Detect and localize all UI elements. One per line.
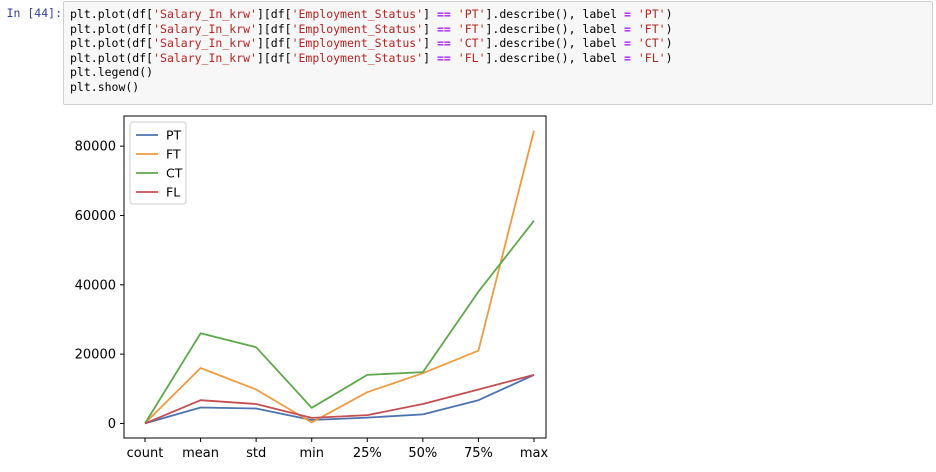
code-token: 'FT' — [457, 21, 486, 36]
line-chart: 0 20000 40000 60000 80000 count mean std min 25%… — [75, 115, 549, 461]
code-token: = — [623, 7, 631, 21]
code-token: ) — [665, 36, 673, 51]
code-token: ] — [423, 36, 437, 51]
code-token: 'FT' — [637, 21, 666, 36]
x-axis: count mean std min 25% 50% 75% max — [127, 438, 549, 461]
code-token: 'Salary_In_krw' — [153, 21, 257, 36]
code-token: = — [623, 21, 631, 36]
x-tick-label: min — [299, 446, 324, 461]
code-token: == — [437, 7, 451, 21]
x-tick-label: 25% — [353, 446, 382, 461]
code-token: 'CT' — [457, 36, 486, 51]
x-tick-label: 50% — [408, 446, 437, 461]
code-token: plt.plot(df[ — [70, 50, 154, 65]
code-token: ].describe(), label — [485, 21, 624, 36]
code-token: plt.plot(df[ — [70, 21, 154, 36]
code-token: 'CT' — [637, 36, 666, 51]
plot-area — [123, 115, 547, 439]
code-token: plt.plot(df[ — [70, 7, 154, 21]
code-token: ][df[ — [256, 50, 292, 65]
code-token: == — [437, 50, 451, 65]
code-line: plt.legend() — [70, 65, 926, 80]
legend: PT FT CT FL — [129, 121, 187, 205]
y-tick-label: 60000 — [75, 209, 116, 224]
code-token: ].describe(), label — [485, 50, 624, 65]
legend-label-ft: FT — [166, 147, 181, 162]
y-tick-label: 20000 — [75, 348, 116, 363]
cell-prompt: In [44]: — [6, 6, 62, 20]
code-cell-input[interactable]: plt.plot(df['Salary_In_krw'][df['Employm… — [63, 1, 933, 105]
y-tick-label: 80000 — [75, 140, 116, 155]
code-token: ].describe(), label — [485, 7, 624, 21]
code-token: ] — [423, 21, 437, 36]
cell-output: 0 20000 40000 60000 80000 count mean std min 25%… — [0, 106, 936, 468]
x-tick-label: std — [246, 446, 266, 461]
code-token: 'Employment_Status' — [291, 21, 424, 36]
code-token: ] — [423, 50, 437, 65]
y-tick-label: 0 — [108, 417, 116, 432]
code-token: 'FL' — [457, 50, 486, 65]
x-tick-label: mean — [182, 446, 219, 461]
y-axis: 0 20000 40000 60000 80000 — [75, 140, 124, 432]
code-token: = — [623, 50, 631, 65]
code-token: ][df[ — [256, 21, 292, 36]
code-token: 'Employment_Status' — [291, 50, 424, 65]
code-token: 'Employment_Status' — [291, 7, 424, 21]
code-token: 'Salary_In_krw' — [153, 7, 257, 21]
code-token: ] — [423, 7, 437, 21]
code-token: ][df[ — [256, 7, 292, 21]
code-token: == — [437, 36, 451, 51]
code-token: plt.legend() — [70, 65, 154, 80]
code-line: plt.show() — [70, 80, 926, 95]
code-token: ].describe(), label — [485, 36, 624, 51]
code-token: 'Salary_In_krw' — [153, 50, 257, 65]
code-token: ][df[ — [256, 36, 292, 51]
code-token: ) — [665, 50, 673, 65]
code-token: 'PT' — [637, 7, 666, 21]
x-tick-label: max — [520, 446, 549, 461]
code-token: 'Salary_In_krw' — [153, 36, 257, 51]
code-line: plt.plot(df['Salary_In_krw'][df['Employm… — [70, 51, 926, 66]
code-token: 'Employment_Status' — [291, 36, 424, 51]
code-token: plt.plot(df[ — [70, 36, 154, 51]
code-token: == — [437, 21, 451, 36]
x-tick-label: count — [127, 446, 164, 461]
code-line: plt.plot(df['Salary_In_krw'][df['Employm… — [70, 36, 926, 51]
y-tick-label: 40000 — [75, 278, 116, 293]
code-token: plt.show() — [70, 79, 140, 94]
code-line: plt.plot(df['Salary_In_krw'][df['Employm… — [70, 7, 926, 22]
code-token: 'FL' — [637, 50, 666, 65]
legend-label-ct: CT — [166, 166, 183, 181]
legend-label-fl: FL — [166, 185, 180, 200]
x-tick-label: 75% — [464, 446, 493, 461]
legend-label-pt: PT — [166, 128, 182, 143]
code-line: plt.plot(df['Salary_In_krw'][df['Employm… — [70, 22, 926, 37]
code-token: 'PT' — [457, 7, 486, 21]
code-token: ) — [665, 21, 673, 36]
code-token: ) — [665, 7, 673, 21]
code-token: = — [623, 36, 631, 51]
